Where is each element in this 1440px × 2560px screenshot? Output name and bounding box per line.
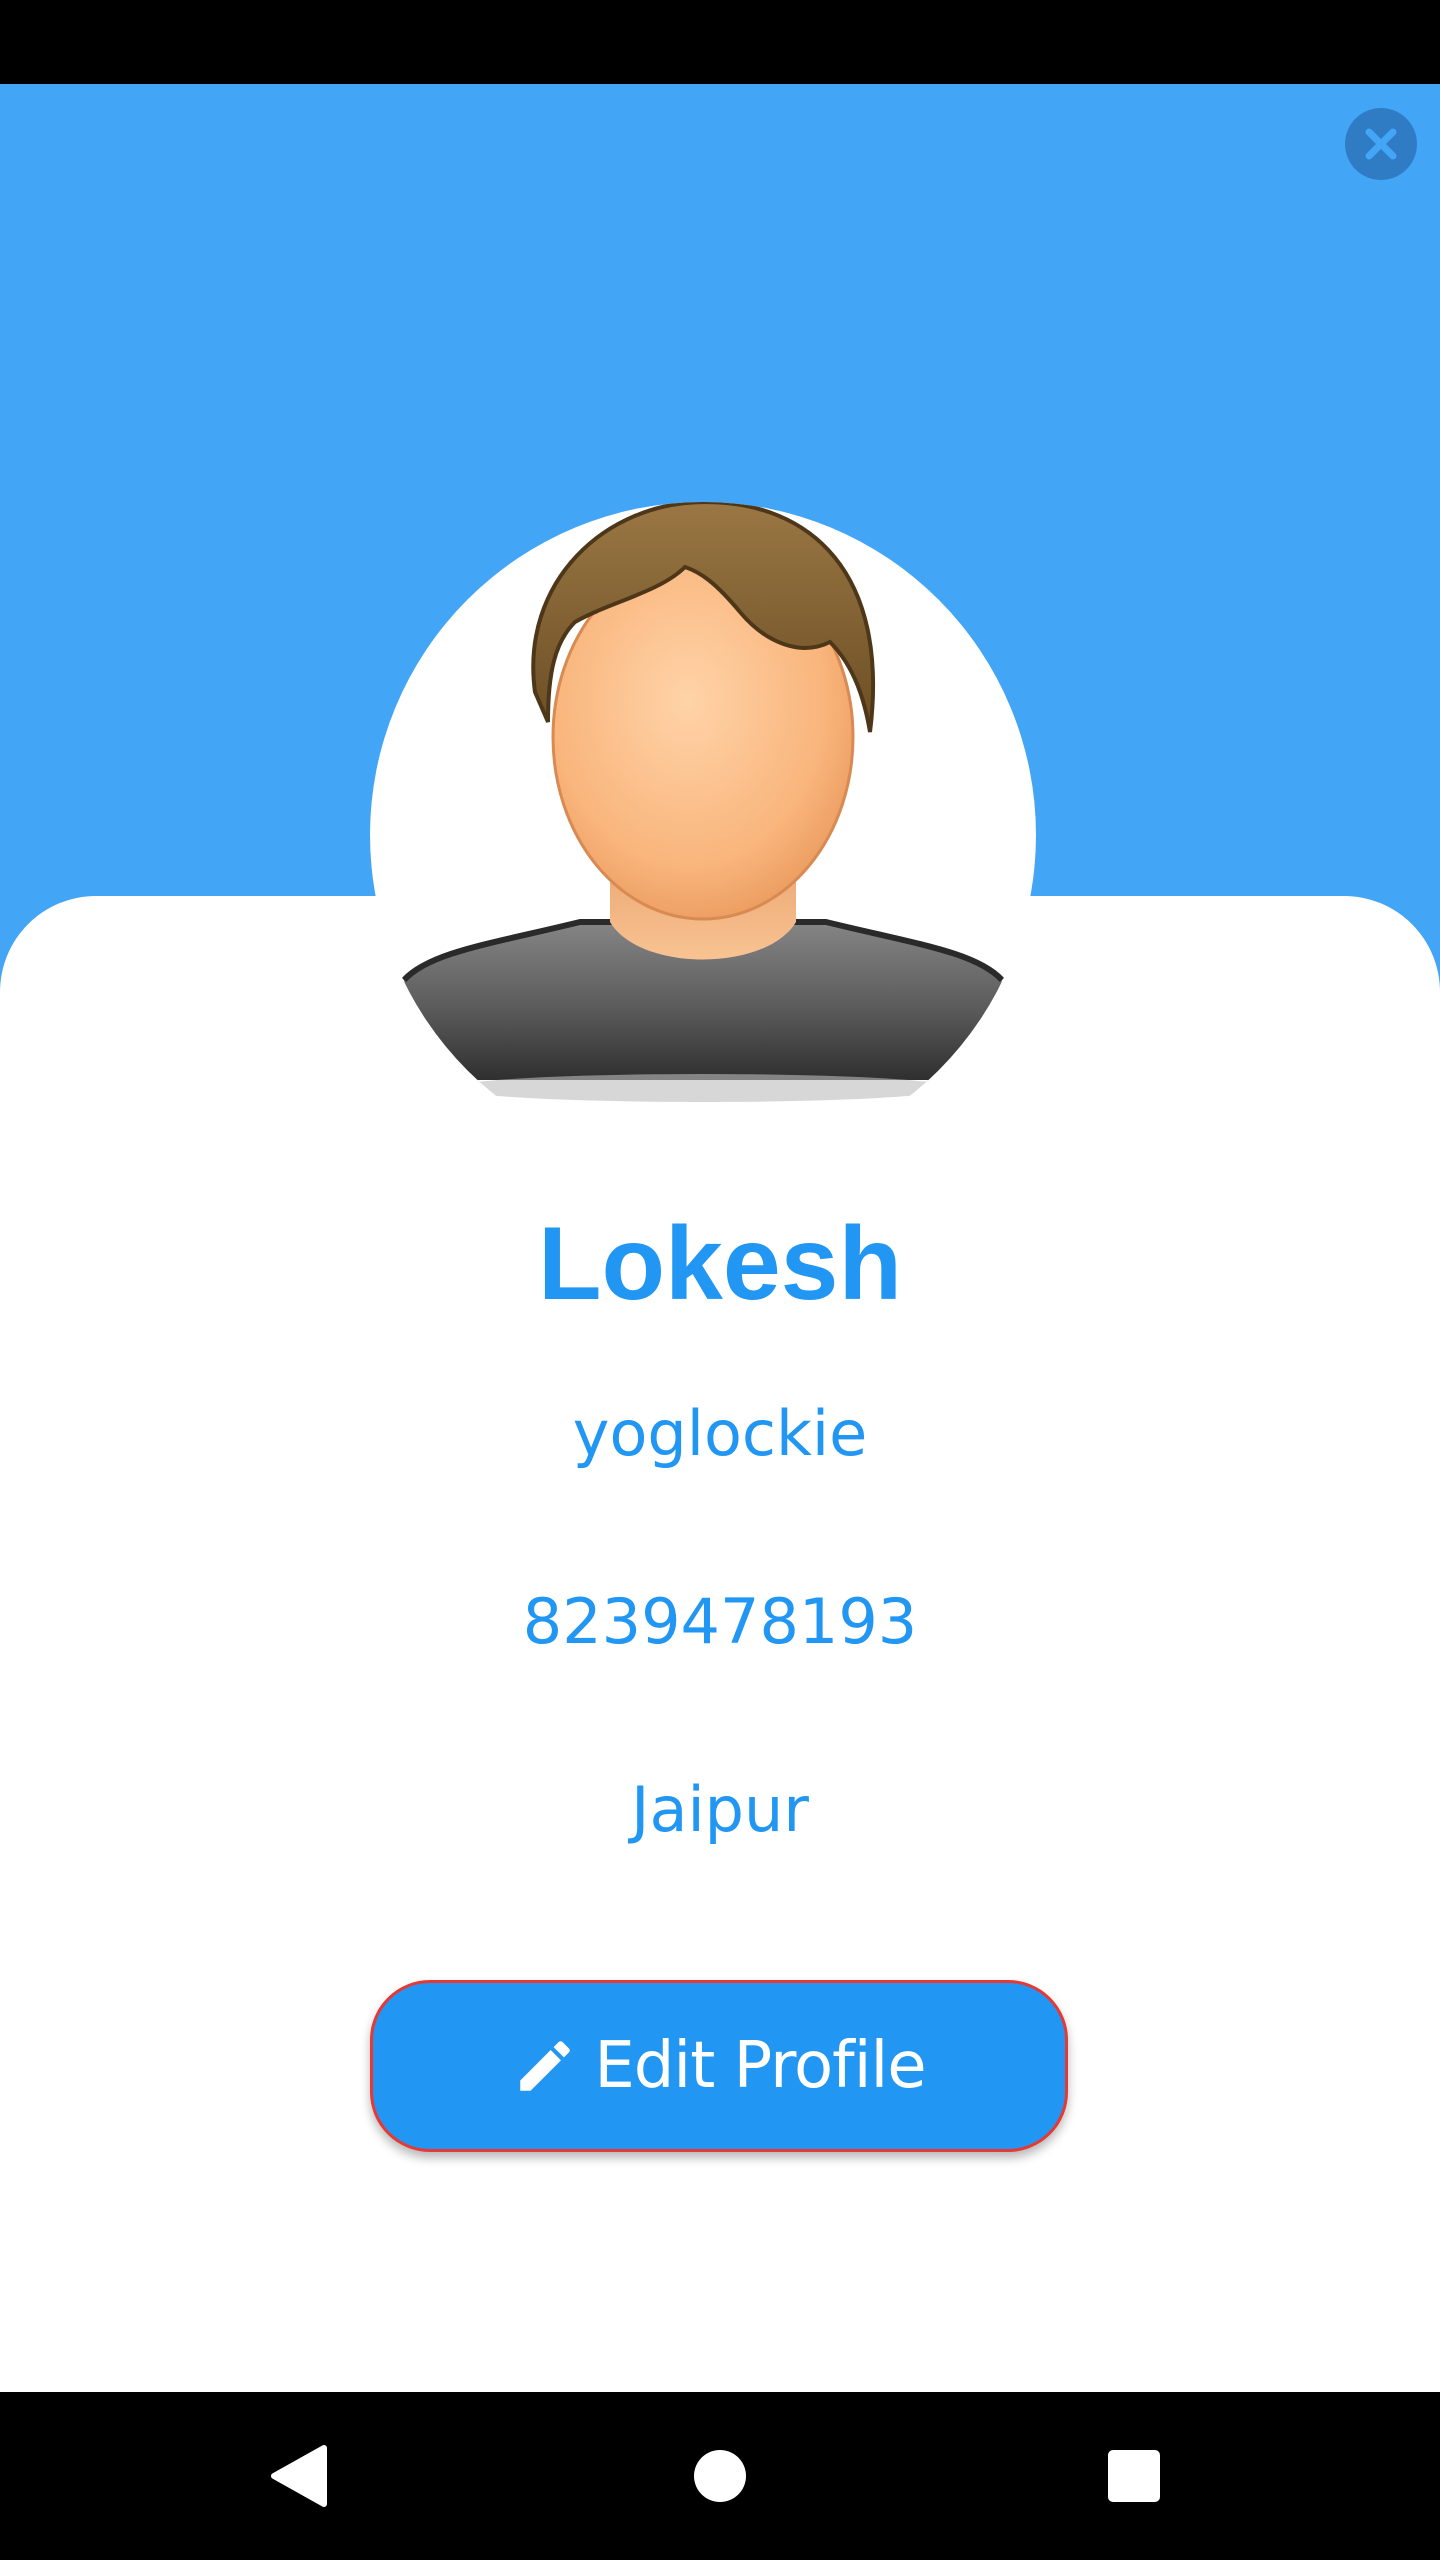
nav-back-button[interactable] [258,2434,342,2518]
pencil-icon [512,2033,578,2099]
edit-profile-button[interactable]: Edit Profile [370,1980,1068,2152]
edit-profile-label: Edit Profile [594,2029,926,2103]
home-circle-icon [694,2450,746,2502]
status-bar [0,0,1440,84]
profile-screen: Lokesh yoglockie 8239478193 Jaipur Edit … [0,84,1440,2392]
user-avatar [401,502,1005,1168]
profile-phone: 8239478193 [522,1585,918,1658]
back-triangle-icon [271,2445,327,2507]
close-icon [1365,128,1397,160]
close-button[interactable] [1345,108,1417,180]
nav-recents-button[interactable] [1092,2434,1176,2518]
navigation-bar [0,2392,1440,2560]
nav-home-button[interactable] [678,2434,762,2518]
avatar [370,502,1036,1168]
profile-username: yoglockie [572,1397,868,1470]
profile-name: Lokesh [537,1206,903,1322]
recents-square-icon [1108,2450,1160,2502]
screen: Lokesh yoglockie 8239478193 Jaipur Edit … [0,0,1440,2560]
profile-city: Jaipur [631,1773,809,1846]
